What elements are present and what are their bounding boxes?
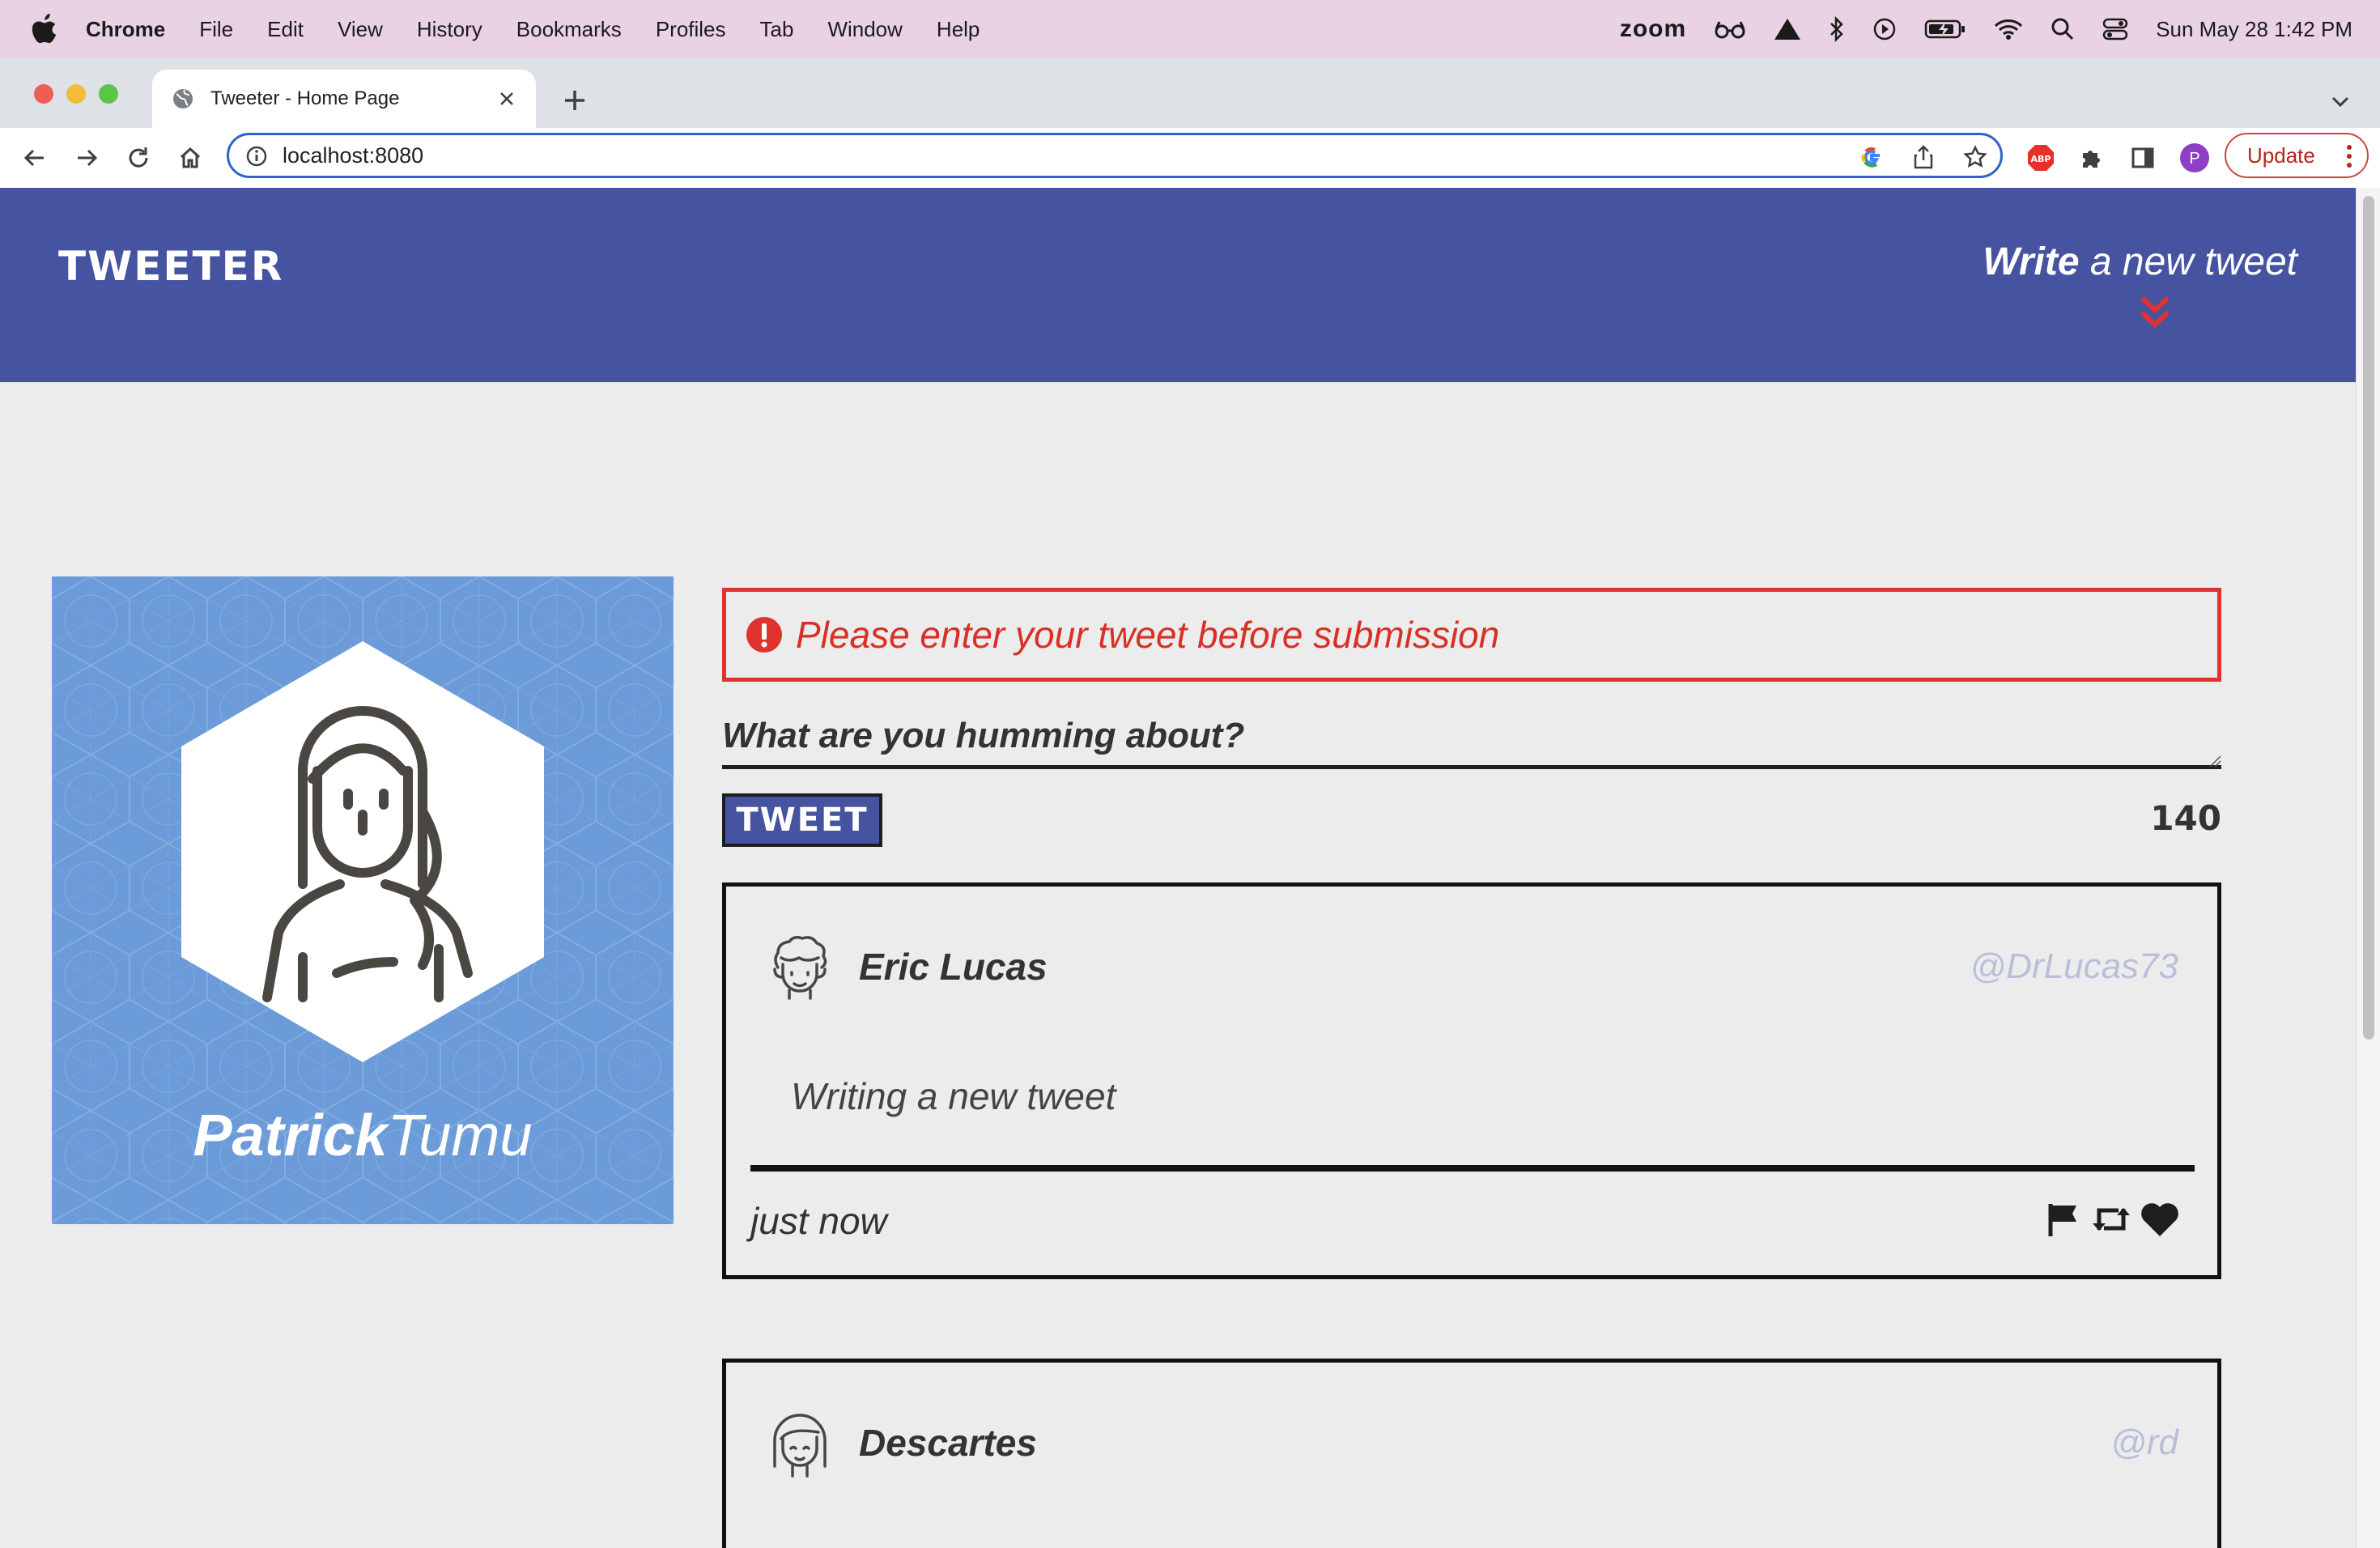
menu-bookmarks[interactable]: Bookmarks bbox=[516, 17, 622, 42]
chrome-update-button[interactable]: Update bbox=[2225, 133, 2369, 178]
update-label: Update bbox=[2247, 142, 2315, 168]
reading-glasses-icon[interactable] bbox=[1714, 19, 1746, 39]
menu-edit[interactable]: Edit bbox=[267, 17, 304, 42]
site-logo: TWEETER bbox=[58, 243, 284, 290]
user-profile-card: PatrickTumu bbox=[52, 576, 674, 1224]
bookmark-star-icon[interactable] bbox=[1961, 143, 1989, 171]
tab-search-chevron-icon[interactable] bbox=[2328, 89, 2352, 113]
share-icon[interactable] bbox=[1910, 143, 1937, 171]
profile-avatar[interactable]: P bbox=[2179, 142, 2210, 173]
write-label-rest: a new tweet bbox=[2079, 240, 2297, 283]
menu-file[interactable]: File bbox=[199, 17, 233, 42]
browser-tab-active[interactable]: Tweeter - Home Page bbox=[152, 70, 536, 128]
adblock-plus-icon[interactable]: ABP bbox=[2025, 142, 2056, 173]
tweet-content: Writing a new tweet bbox=[791, 1075, 1116, 1117]
scrollbar-thumb[interactable] bbox=[2363, 196, 2374, 1040]
tweet-author-handle: @DrLucas73 bbox=[1970, 946, 2178, 986]
tweet-author-handle: @rd bbox=[2110, 1423, 2178, 1462]
validation-error-banner: Please enter your tweet before submissio… bbox=[722, 588, 2221, 682]
browser-toolbar: localhost:8080 ABP P Update bbox=[0, 128, 2380, 189]
error-message: Please enter your tweet before submissio… bbox=[796, 614, 1500, 656]
globe-icon bbox=[173, 89, 193, 108]
clock-datetime[interactable]: Sun May 28 1:42 PM bbox=[2156, 17, 2352, 42]
tweet-divider bbox=[750, 1165, 2195, 1172]
tweet-author-name: Descartes bbox=[859, 1422, 1037, 1464]
play-icon[interactable] bbox=[1872, 17, 1897, 41]
svg-text:P: P bbox=[2189, 150, 2199, 168]
url-text[interactable]: localhost:8080 bbox=[283, 143, 423, 168]
character-counter: 140 bbox=[2150, 798, 2221, 838]
error-exclamation-icon bbox=[746, 617, 782, 653]
site-nav-header: TWEETER Write a new tweet bbox=[0, 188, 2356, 382]
menu-profiles[interactable]: Profiles bbox=[656, 17, 726, 42]
tweet-card: Eric Lucas @DrLucas73 Writing a new twee… bbox=[722, 882, 2221, 1279]
woman-avatar-icon bbox=[773, 1414, 827, 1478]
control-center-icon[interactable] bbox=[2102, 18, 2128, 40]
address-bar[interactable]: localhost:8080 bbox=[227, 133, 2003, 178]
site-info-icon[interactable] bbox=[245, 145, 268, 168]
window-maximize-button[interactable] bbox=[99, 84, 118, 104]
retweet-icon[interactable] bbox=[2089, 1197, 2133, 1241]
textarea-resize-grip-icon[interactable] bbox=[2208, 755, 2221, 768]
google-lens-icon[interactable] bbox=[1858, 143, 1885, 171]
google-drive-icon[interactable] bbox=[1774, 17, 1801, 41]
web-page: TWEETER Write a new tweet PatrickTumu Pl… bbox=[0, 188, 2356, 1548]
menu-history[interactable]: History bbox=[417, 17, 482, 42]
menu-app-chrome[interactable]: Chrome bbox=[86, 17, 165, 42]
status-menu-area: zoom Sun May 28 1:42 PM bbox=[1592, 0, 2352, 58]
menu-tab[interactable]: Tab bbox=[760, 17, 794, 42]
window-close-button[interactable] bbox=[34, 84, 53, 104]
tweet-compose-textarea[interactable] bbox=[722, 716, 2221, 769]
double-chevron-down-icon[interactable] bbox=[2137, 293, 2173, 330]
back-arrow-icon[interactable] bbox=[19, 142, 50, 173]
man-avatar-icon bbox=[773, 935, 827, 1000]
tab-close-icon[interactable] bbox=[492, 84, 521, 113]
side-panel-icon[interactable] bbox=[2127, 142, 2158, 173]
window-minimize-button[interactable] bbox=[66, 84, 86, 104]
extensions-puzzle-icon[interactable] bbox=[2076, 142, 2106, 173]
menu-view[interactable]: View bbox=[338, 17, 383, 42]
profile-first-name: Patrick bbox=[193, 1104, 388, 1168]
menu-window[interactable]: Window bbox=[827, 17, 902, 42]
write-label-strong: Write bbox=[1983, 240, 2080, 283]
profile-avatar-hexagon bbox=[181, 641, 544, 1062]
battery-icon[interactable] bbox=[1924, 19, 1966, 40]
macos-menu-bar: Chrome File Edit View History Bookmarks … bbox=[0, 0, 2380, 58]
profile-display-name: PatrickTumu bbox=[52, 1103, 674, 1169]
zoom-status-item[interactable]: zoom bbox=[1620, 15, 1686, 43]
new-tab-plus-icon[interactable] bbox=[559, 84, 591, 117]
page-scrollbar[interactable] bbox=[2356, 188, 2380, 1548]
more-vertical-icon bbox=[2347, 145, 2352, 168]
forward-arrow-icon[interactable] bbox=[71, 142, 102, 173]
heart-icon[interactable] bbox=[2138, 1197, 2182, 1241]
bluetooth-icon[interactable] bbox=[1829, 16, 1845, 42]
apple-logo-icon[interactable] bbox=[31, 14, 58, 45]
write-new-tweet-toggle[interactable]: Write a new tweet bbox=[1983, 240, 2297, 284]
tweet-card: Descartes @rd bbox=[722, 1359, 2221, 1548]
menu-help[interactable]: Help bbox=[937, 17, 980, 42]
spotlight-search-icon[interactable] bbox=[2051, 17, 2075, 41]
tweet-submit-button[interactable]: TWEET bbox=[722, 793, 882, 847]
profile-last-name: Tumu bbox=[387, 1104, 533, 1168]
svg-text:ABP: ABP bbox=[2031, 154, 2051, 164]
wifi-icon[interactable] bbox=[1994, 18, 2023, 40]
reload-icon[interactable] bbox=[123, 142, 154, 173]
tweet-author-name: Eric Lucas bbox=[859, 946, 1048, 988]
tab-title: Tweeter - Home Page bbox=[210, 87, 400, 109]
tweet-actions bbox=[2036, 1197, 2182, 1241]
home-icon[interactable] bbox=[175, 142, 206, 173]
tweet-timestamp: just now bbox=[750, 1200, 887, 1242]
flag-icon[interactable] bbox=[2041, 1197, 2085, 1241]
